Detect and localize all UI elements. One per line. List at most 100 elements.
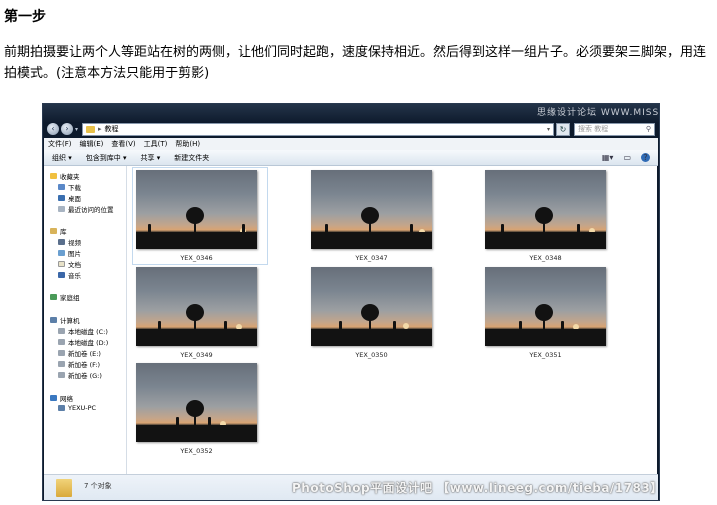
- drive-icon: [58, 361, 65, 367]
- menu-tools[interactable]: 工具(T): [144, 139, 168, 149]
- recent-places-icon: [58, 206, 65, 212]
- forward-button[interactable]: ›: [61, 123, 73, 135]
- document-icon: [58, 261, 65, 267]
- nav-music[interactable]: 音乐: [58, 270, 81, 280]
- tree-crown: [361, 207, 379, 224]
- desktop-icon: [58, 195, 65, 201]
- nav-drive-g[interactable]: 新加卷 (G:): [58, 370, 102, 380]
- photo-thumbnail: [136, 363, 257, 442]
- nav-label: 下载: [68, 184, 81, 192]
- explorer-window: 思缘设计论坛 WWW.MISSYUAN.COM ‹ › ▾ ▸ 教程 ▾ ↻ 搜…: [42, 103, 660, 501]
- star-icon: [50, 173, 57, 179]
- organize-button[interactable]: 组织 ▾: [52, 153, 72, 163]
- tree-crown: [535, 207, 553, 224]
- nav-favorites[interactable]: 收藏夹: [50, 171, 80, 181]
- computer-icon: [58, 405, 65, 411]
- tree-crown: [186, 400, 204, 417]
- photo-thumbnail: [136, 170, 257, 249]
- drive-icon: [58, 350, 65, 356]
- nav-network[interactable]: 网络: [50, 393, 73, 403]
- bottom-watermark: PhotoShop平面设计吧 【www.lineeg.com/tieba/178…: [292, 481, 663, 495]
- command-toolbar: 组织 ▾ 包含到库中 ▾ 共享 ▾ 新建文件夹 ▦▾ ▭ ?: [44, 150, 658, 166]
- ground: [136, 329, 257, 346]
- nav-downloads[interactable]: 下载: [58, 182, 81, 192]
- ground: [485, 232, 606, 249]
- nav-label: YEXU-PC: [68, 404, 97, 412]
- nav-pc[interactable]: YEXU-PC: [58, 404, 96, 412]
- nav-label: 新加卷 (E:): [68, 350, 101, 358]
- nav-label: 音乐: [68, 272, 81, 280]
- picture-icon: [58, 250, 65, 256]
- nav-label: 桌面: [68, 195, 81, 203]
- ground: [136, 425, 257, 442]
- download-folder-icon: [58, 184, 65, 190]
- menu-view[interactable]: 查看(V): [111, 139, 135, 149]
- nav-drive-d[interactable]: 本地磁盘 (D:): [58, 337, 108, 347]
- nav-documents[interactable]: 文档: [58, 259, 81, 269]
- menu-edit[interactable]: 编辑(E): [80, 139, 104, 149]
- menu-bar: 文件(F) 编辑(E) 查看(V) 工具(T) 帮助(H): [44, 138, 658, 150]
- library-icon: [50, 228, 57, 234]
- instruction-paragraph: 前期拍摄要让两个人等距站在树的两侧，让他们同时起跑，速度保持相近。然后得到这样一…: [4, 45, 707, 81]
- photo-thumbnail: [485, 267, 606, 346]
- folder-icon: [86, 125, 96, 133]
- nav-label: 视频: [68, 239, 81, 247]
- tree-crown: [535, 304, 553, 321]
- include-in-library-button[interactable]: 包含到库中 ▾: [86, 153, 127, 163]
- help-icon[interactable]: ?: [641, 153, 650, 162]
- address-dropdown-icon[interactable]: ▾: [547, 126, 550, 133]
- file-name: YEX_0351: [529, 351, 562, 359]
- search-placeholder: 搜索 教程: [578, 125, 609, 133]
- folder-icon: [56, 479, 72, 497]
- search-input[interactable]: 搜索 教程 ⚲: [574, 122, 655, 136]
- nav-label: 计算机: [60, 317, 80, 325]
- back-button[interactable]: ‹: [47, 123, 59, 135]
- file-list: YEX_0346 YEX_0347 YEX_0348 YEX_0349 YEX_…: [127, 166, 657, 474]
- nav-label: 新加卷 (F:): [68, 361, 101, 369]
- file-name: YEX_0349: [180, 351, 213, 359]
- new-folder-button[interactable]: 新建文件夹: [174, 153, 209, 163]
- nav-drive-e[interactable]: 新加卷 (E:): [58, 348, 101, 358]
- address-field[interactable]: ▸ 教程 ▾: [82, 122, 555, 136]
- photo-thumbnail: [136, 267, 257, 346]
- preview-pane-icon[interactable]: ▭: [623, 153, 631, 162]
- nav-videos[interactable]: 视频: [58, 237, 81, 247]
- refresh-button[interactable]: ↻: [556, 122, 571, 136]
- nav-computer[interactable]: 计算机: [50, 315, 80, 325]
- photo-thumbnail: [311, 267, 432, 346]
- history-dropdown-icon[interactable]: ▾: [75, 126, 78, 133]
- network-icon: [50, 395, 57, 401]
- nav-label: 网络: [60, 395, 73, 403]
- address-bar-row: ‹ › ▾ ▸ 教程 ▾ ↻ 搜索 教程 ⚲: [47, 120, 655, 138]
- nav-desktop[interactable]: 桌面: [58, 193, 81, 203]
- drive-icon: [58, 339, 65, 345]
- nav-label: 新加卷 (G:): [68, 372, 102, 380]
- music-icon: [58, 272, 65, 278]
- ground: [311, 329, 432, 346]
- photo-thumbnail: [311, 170, 432, 249]
- video-icon: [58, 239, 65, 245]
- nav-recent[interactable]: 最近访问的位置: [58, 204, 114, 214]
- nav-drive-f[interactable]: 新加卷 (F:): [58, 359, 100, 369]
- nav-homegroup[interactable]: 家庭组: [50, 292, 80, 302]
- nav-pictures[interactable]: 图片: [58, 248, 81, 258]
- breadcrumb-folder[interactable]: 教程: [105, 124, 119, 134]
- share-button[interactable]: 共享 ▾: [141, 153, 161, 163]
- nav-drive-c[interactable]: 本地磁盘 (C:): [58, 326, 108, 336]
- nav-label: 收藏夹: [60, 173, 80, 181]
- menu-file[interactable]: 文件(F): [48, 139, 72, 149]
- nav-label: 最近访问的位置: [68, 206, 114, 214]
- nav-label: 本地磁盘 (D:): [68, 339, 109, 347]
- nav-libraries[interactable]: 库: [50, 226, 67, 236]
- step-heading: 第一步: [4, 9, 46, 25]
- nav-label: 家庭组: [60, 294, 80, 302]
- nav-label: 图片: [68, 250, 81, 258]
- drive-icon: [58, 372, 65, 378]
- menu-help[interactable]: 帮助(H): [175, 139, 200, 149]
- view-options-icon[interactable]: ▦▾: [602, 153, 614, 162]
- nav-label: 本地磁盘 (C:): [68, 328, 108, 336]
- top-watermark: 思缘设计论坛 WWW.MISSYUAN.COM: [537, 108, 660, 118]
- tree-crown: [361, 304, 379, 321]
- view-controls: ▦▾ ▭ ?: [592, 153, 658, 162]
- file-name: YEX_0348: [529, 254, 562, 262]
